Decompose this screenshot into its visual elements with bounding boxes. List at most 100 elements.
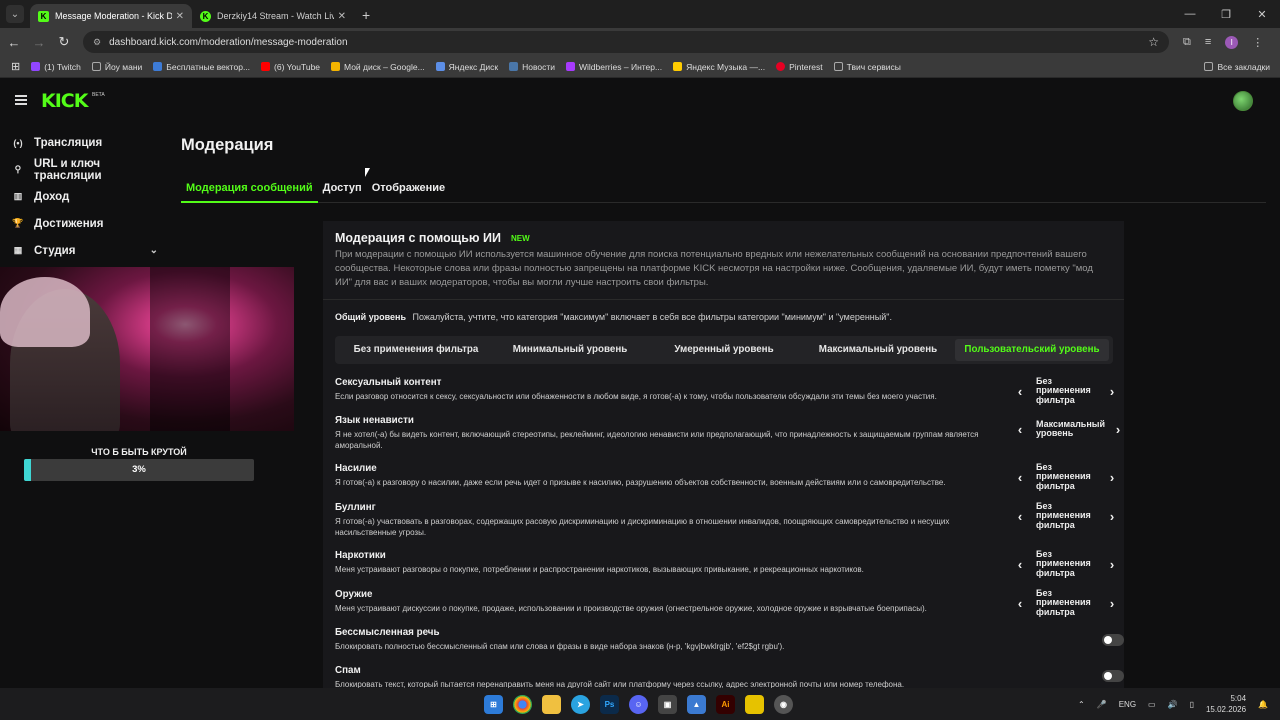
chevron-left-icon[interactable]: ‹	[1013, 509, 1027, 524]
back-icon[interactable]: ←	[3, 35, 25, 50]
tab-access[interactable]: Доступ	[318, 177, 367, 203]
tab-display[interactable]: Отображение	[367, 177, 450, 203]
folder-icon	[833, 62, 843, 71]
bookmark-yandex-music[interactable]: Яндекс Музыка —...	[673, 62, 765, 72]
sidebar-item-stream-key[interactable]: ⚲ URL и ключ трансляции	[0, 156, 170, 183]
bookmark-wildberries[interactable]: Wildberries – Интер...	[566, 62, 662, 72]
minimize-icon[interactable]: —	[1172, 8, 1208, 20]
chevron-left-icon[interactable]: ‹	[1013, 384, 1027, 399]
level-option-custom[interactable]: Пользовательский уровень	[955, 339, 1109, 361]
rule-level-stepper: ‹ Без применения фильтра ›	[1013, 549, 1119, 578]
chevron-right-icon[interactable]: ›	[1105, 509, 1119, 524]
bookmark-yandex-disk[interactable]: Яндекс Диск	[435, 62, 498, 72]
chevron-left-icon[interactable]: ‹	[1013, 596, 1027, 611]
sidebar-item-achievements[interactable]: 🏆 Достижения	[0, 210, 170, 237]
general-level-note: Пожалуйста, учтите, что категория "макси…	[412, 312, 892, 322]
browser-tab[interactable]: K Derzkiy14 Stream - Watch Live ✕	[192, 4, 354, 28]
chevron-down-icon[interactable]: ⌄	[150, 245, 158, 256]
new-tab-button[interactable]: +	[362, 7, 370, 23]
volume-icon[interactable]: 🔊	[1168, 700, 1178, 709]
photos-icon[interactable]: ▲	[687, 695, 706, 714]
bookmark-vk-news[interactable]: Новости	[509, 62, 555, 72]
chevron-right-icon[interactable]: ›	[1105, 596, 1119, 611]
google-drive-icon	[331, 62, 341, 71]
clock-time: 5:04	[1230, 694, 1247, 703]
chevron-right-icon[interactable]: ›	[1105, 384, 1119, 399]
rule-sexual-content: Сексуальный контент Если разговор относи…	[335, 376, 1115, 404]
clock[interactable]: 5:04 15.02.2026	[1206, 693, 1246, 715]
sidebar-item-broadcast[interactable]: (•) Трансляция	[0, 129, 170, 156]
forward-icon[interactable]: →	[28, 35, 50, 50]
bookmark-folder[interactable]: Йоу мани	[91, 62, 142, 72]
rule-title: Оружие	[335, 589, 373, 600]
browser-tab-active[interactable]: K Message Moderation - Kick Da ✕	[30, 4, 192, 28]
app-icon[interactable]	[745, 695, 764, 714]
spam-toggle[interactable]	[1102, 670, 1124, 682]
restore-icon[interactable]: ❐	[1208, 8, 1244, 21]
bookmark-label: (6) YouTube	[274, 61, 321, 72]
close-icon[interactable]: ✕	[338, 11, 346, 22]
bookmark-folder-twitch-services[interactable]: Твич сервисы	[833, 62, 901, 72]
site-info-icon[interactable]: ⚙	[93, 37, 101, 48]
level-option-none[interactable]: Без применения фильтра	[339, 339, 493, 361]
bookmark-youtube[interactable]: (6) YouTube	[261, 62, 320, 72]
menu-icon[interactable]	[15, 95, 27, 105]
microphone-icon[interactable]: 🎤	[1097, 700, 1107, 709]
rule-level-stepper: ‹ Без применения фильтра ›	[1013, 462, 1119, 491]
bookmark-label: Яндекс Музыка —...	[686, 61, 766, 72]
chevron-left-icon[interactable]: ‹	[1013, 470, 1027, 485]
address-bar-row: ← → ↻ ⚙ dashboard.kick.com/moderation/me…	[0, 28, 1280, 56]
sidebar-item-label: Доход	[34, 190, 70, 203]
close-window-icon[interactable]: ✕	[1244, 8, 1280, 21]
bookmark-freepik[interactable]: Бесплатные вектор...	[153, 62, 250, 72]
bookmark-star-icon[interactable]: ☆	[1148, 35, 1159, 49]
illustrator-icon[interactable]: Ai	[716, 695, 735, 714]
level-option-minimal[interactable]: Минимальный уровень	[493, 339, 647, 361]
obs-icon[interactable]: ◉	[774, 695, 793, 714]
pinterest-icon	[776, 62, 786, 71]
rule-title: Спам	[335, 665, 361, 676]
chevron-right-icon[interactable]: ›	[1105, 557, 1119, 572]
chrome-icon[interactable]	[513, 695, 532, 714]
media-icon[interactable]: ≡	[1205, 36, 1211, 48]
notifications-icon[interactable]: 🔔	[1258, 700, 1268, 709]
sidebar-item-income[interactable]: ▥ Доход	[0, 183, 170, 210]
tab-message-moderation[interactable]: Модерация сообщений	[181, 177, 318, 203]
language-indicator[interactable]: ENG	[1119, 700, 1136, 709]
profile-avatar[interactable]: I	[1225, 35, 1239, 49]
close-icon[interactable]: ✕	[176, 11, 184, 22]
chevron-left-icon[interactable]: ‹	[1013, 557, 1027, 572]
bookmark-twitch[interactable]: (1) Twitch	[31, 62, 81, 72]
battery-icon[interactable]: ▯	[1190, 700, 1194, 709]
media-player-icon[interactable]: ▣	[658, 695, 677, 714]
tab-search-button[interactable]: ⌄	[6, 5, 24, 23]
chevron-up-icon[interactable]: ⌃	[1078, 700, 1085, 709]
level-option-moderate[interactable]: Умеренный уровень	[647, 339, 801, 361]
sidebar-item-studio[interactable]: ▦ Студия ⌄	[0, 237, 170, 264]
url-input[interactable]: ⚙ dashboard.kick.com/moderation/message-…	[83, 31, 1169, 53]
chevron-left-icon[interactable]: ‹	[1013, 422, 1027, 437]
more-menu-icon[interactable]: ⋮	[1252, 36, 1263, 49]
all-bookmarks[interactable]: Все закладки	[1204, 62, 1270, 72]
telegram-icon[interactable]: ➤	[571, 695, 590, 714]
reload-icon[interactable]: ↻	[53, 34, 75, 50]
avatar[interactable]	[1233, 91, 1253, 111]
photoshop-icon[interactable]: Ps	[600, 695, 619, 714]
chevron-right-icon[interactable]: ›	[1105, 470, 1119, 485]
discord-icon[interactable]: ☺	[629, 695, 648, 714]
bookmark-pinterest[interactable]: Pinterest	[776, 62, 823, 72]
bookmark-google-drive[interactable]: Мой диск – Google...	[331, 62, 425, 72]
dashboard-page: KICK BETA (•) Трансляция ⚲ URL и ключ тр…	[0, 79, 1280, 689]
network-icon[interactable]: ▭	[1148, 700, 1156, 709]
windows-start-icon[interactable]: ⊞	[484, 695, 503, 714]
vk-icon	[509, 62, 519, 71]
file-explorer-icon[interactable]	[542, 695, 561, 714]
apps-icon[interactable]: ⊞	[11, 60, 20, 73]
kick-logo[interactable]: KICK	[41, 90, 88, 112]
gibberish-toggle[interactable]	[1102, 634, 1124, 646]
rule-level-stepper: ‹ Максимальный уровень ›	[1013, 415, 1125, 443]
chevron-right-icon[interactable]: ›	[1111, 422, 1125, 437]
extensions-icon[interactable]: ⧉	[1183, 36, 1191, 49]
level-option-maximal[interactable]: Максимальный уровень	[801, 339, 955, 361]
broadcast-icon: (•)	[13, 137, 23, 148]
